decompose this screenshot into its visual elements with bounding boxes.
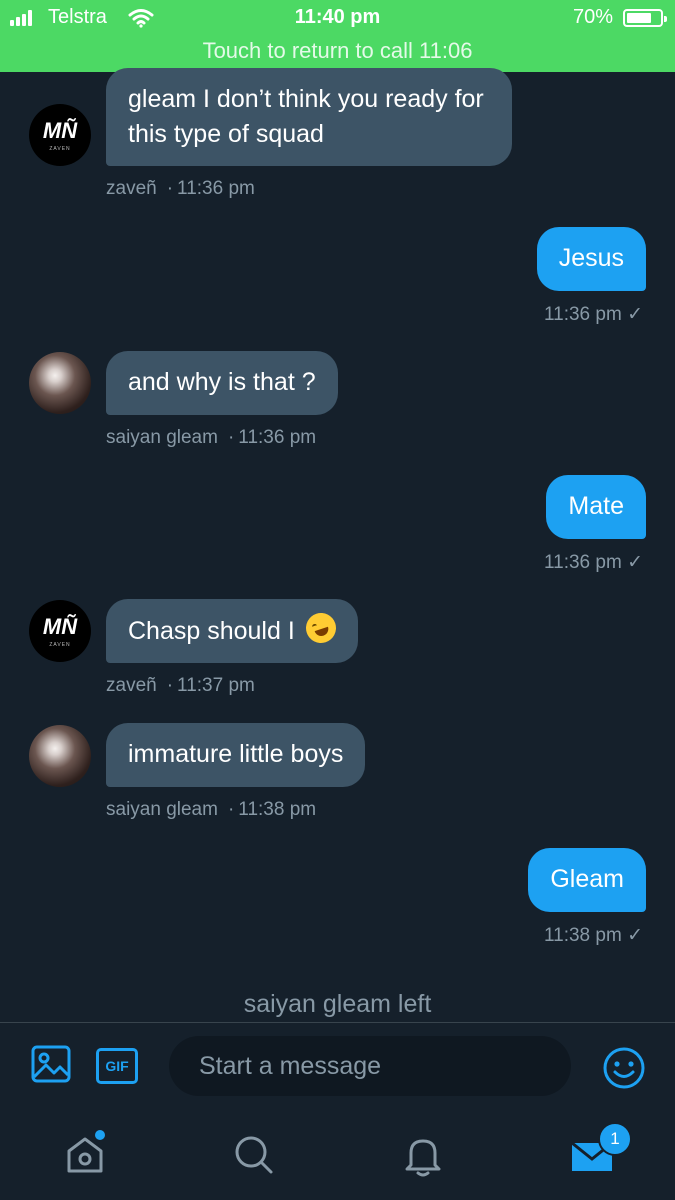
message-meta: saiyan gleam · 11:38 pm: [106, 799, 316, 821]
meta-separator: ·: [227, 799, 235, 820]
avatar-logo-letters: MÑ: [42, 118, 78, 143]
messages-badge: 1: [598, 1122, 632, 1156]
message-bubble-incoming[interactable]: Chasp should I: [106, 599, 358, 663]
message-input[interactable]: [169, 1036, 571, 1096]
message-bubble-outgoing[interactable]: Jesus: [536, 227, 646, 291]
avatar-zaven[interactable]: MÑ ZAVEN: [29, 104, 91, 166]
meta-separator: ·: [166, 675, 174, 696]
sender-name: zaveñ: [106, 675, 157, 696]
message-time: 11:36 pm: [177, 178, 255, 199]
message-text: Chasp should I: [128, 617, 295, 645]
tab-bar: [0, 1113, 675, 1200]
return-to-call-banner[interactable]: Touch to return to call 11:06: [0, 38, 675, 64]
system-note: saiyan gleam left: [243, 990, 432, 1018]
image-icon[interactable]: [30, 1043, 72, 1085]
meta-separator: ·: [227, 427, 235, 448]
message-meta: 11:36 pm ✓: [544, 551, 643, 574]
message-bubble-outgoing[interactable]: Mate: [546, 475, 646, 539]
message-time: 11:36 pm: [543, 304, 622, 325]
battery-icon: [623, 9, 667, 27]
search-icon[interactable]: [230, 1131, 278, 1179]
gif-button[interactable]: GIF: [96, 1048, 138, 1084]
sender-name: saiyan gleam: [106, 427, 218, 448]
message-bubble-incoming[interactable]: and why is that ?: [106, 351, 338, 415]
message-bubble-incoming[interactable]: immature little boys: [106, 723, 366, 787]
sender-name: zaveñ: [106, 178, 157, 199]
message-time: 11:37 pm: [177, 675, 255, 696]
avatar-logo-letters: MÑ: [42, 614, 78, 639]
message-text: immature little boys: [128, 740, 344, 768]
battery-percentage: 70%: [572, 6, 613, 28]
message-bubble-outgoing[interactable]: Gleam: [528, 848, 646, 912]
message-time: 11:36 pm: [543, 552, 622, 573]
message-text: Gleam: [550, 865, 624, 893]
message-text: Jesus: [558, 244, 624, 272]
message-time: 11:38 pm: [543, 925, 622, 946]
home-notification-dot: [95, 1130, 105, 1140]
message-text: and why is that ?: [128, 368, 316, 396]
message-meta: saiyan gleam · 11:36 pm: [106, 427, 316, 449]
avatar-saiyan-gleam[interactable]: [29, 725, 91, 787]
message-meta: zaveñ · 11:37 pm: [106, 675, 255, 697]
message-meta: 11:38 pm ✓: [544, 924, 643, 947]
message-time: 11:38 pm: [238, 799, 317, 820]
message-text: Mate: [568, 492, 624, 520]
avatar-logo-sub: ZAVEN: [49, 642, 71, 648]
bell-icon[interactable]: [399, 1131, 447, 1179]
meta-separator: ·: [166, 178, 174, 199]
message-time: 11:36 pm: [238, 427, 317, 448]
status-bar: Telstra 11:40 pm 70% Touch to return to …: [0, 0, 675, 72]
sender-name: saiyan gleam: [106, 799, 218, 820]
laughing-emoji-icon: [301, 609, 340, 647]
avatar-saiyan-gleam[interactable]: [29, 352, 91, 414]
message-meta: zaveñ · 11:36 pm: [106, 178, 255, 200]
sent-check-icon: ✓: [627, 552, 643, 573]
sent-check-icon: ✓: [627, 304, 643, 325]
message-meta: 11:36 pm ✓: [544, 303, 643, 326]
message-bubble-incoming[interactable]: gleam I don’t think you ready for this t…: [106, 68, 512, 166]
sent-check-icon: ✓: [627, 925, 643, 946]
message-composer: GIF: [0, 1023, 675, 1113]
emoji-icon[interactable]: [602, 1046, 646, 1090]
message-text: gleam I don’t think you ready for this t…: [128, 85, 484, 148]
avatar-zaven[interactable]: MÑ ZAVEN: [29, 600, 91, 662]
avatar-logo-sub: ZAVEN: [49, 146, 71, 152]
